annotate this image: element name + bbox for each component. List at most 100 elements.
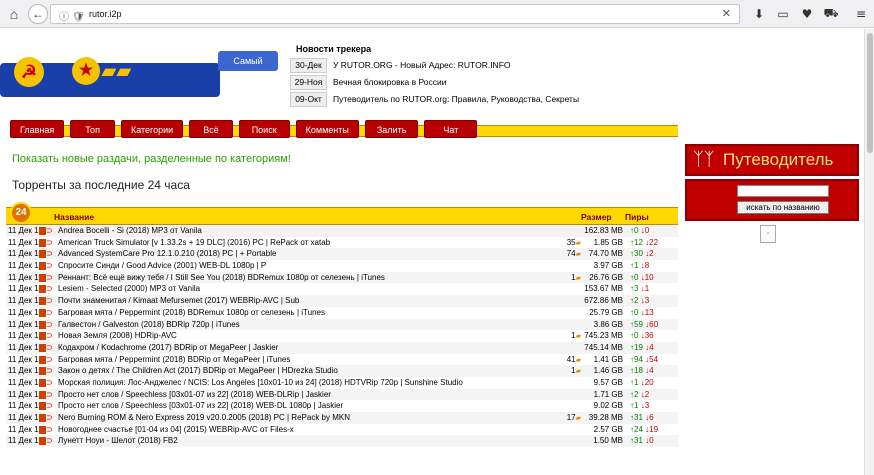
menu-item-upload[interactable]: Залить — [364, 120, 419, 138]
news-link[interactable]: У RUTOR.ORG - Новый Адрес: RUTOR.INFO — [333, 60, 511, 70]
table-row[interactable]: 11 Дек 18 ⊃ Nero Burning ROM & Nero Expres… — [6, 412, 678, 424]
address-bar[interactable]: ⓘ 🛡 rutor.i2p ✕ — [50, 4, 740, 24]
table-row[interactable]: 11 Дек 18 ⊃ Закон о детях / The Children A… — [6, 365, 678, 377]
row-title[interactable]: Просто нет слов / Speechless [03x01-07 и… — [58, 400, 558, 412]
news-item[interactable]: 09-Окт Путеводитель по RUTOR.org: Правил… — [290, 91, 710, 107]
table-row[interactable]: 11 Дек 18 ⊃ Lesiem - Selected (2000) MP3 о… — [6, 283, 678, 296]
download-icon[interactable] — [39, 332, 46, 341]
table-row[interactable]: 11 Дек 18 ⊃ Почти знаменитая / Kimaat Mefu… — [6, 295, 678, 307]
row-title[interactable]: Галвестон / Galveston (2018) BDRip 720p … — [58, 319, 558, 331]
download-icon[interactable] — [39, 262, 46, 271]
download-icon[interactable] — [39, 378, 46, 387]
table-row[interactable]: 11 Дек 18 ⊃ Спросите Синди / Good Advice (… — [6, 260, 678, 272]
table-row[interactable]: 11 Дек 18 ⊃ Просто нет слов / Speechless [… — [6, 388, 678, 401]
table-row[interactable]: 11 Дек 18 ⊃ Галвестон / Galveston (2018) B… — [6, 318, 678, 331]
row-title[interactable]: Лунетт Ноуи - Шелот (2018) FB2 — [58, 435, 558, 447]
scrollbar[interactable] — [864, 29, 874, 475]
magnet-icon[interactable]: ⊃ — [46, 250, 53, 258]
row-title[interactable]: Реннант: Всё ещё вижу тебя / I Still See… — [58, 272, 558, 284]
magnet-icon[interactable]: ⊃ — [46, 320, 53, 329]
magnet-icon[interactable]: ⊃ — [46, 285, 53, 293]
magnet-icon[interactable]: ⊃ — [46, 378, 53, 387]
library-icon[interactable]: ▭ — [774, 5, 792, 23]
row-title[interactable]: Lesiem - Selected (2000) MP3 от Vanila — [58, 283, 558, 295]
news-link[interactable]: Путеводитель по RUTOR.org: Правила, Руко… — [333, 94, 579, 104]
magnet-icon[interactable]: ⊃ — [46, 297, 53, 305]
menu-item-all[interactable]: Всё — [189, 120, 233, 138]
download-icon[interactable] — [39, 320, 46, 329]
download-icon[interactable] — [39, 308, 46, 317]
header-peers[interactable]: Пиры — [625, 212, 649, 222]
magnet-icon[interactable]: ⊃ — [46, 414, 53, 422]
row-title[interactable]: Кодахром / Kodachrome (2017) BDRip от Me… — [58, 342, 558, 354]
back-icon[interactable]: ← — [28, 4, 48, 24]
pocket-icon[interactable]: ♥ — [798, 5, 816, 23]
download-icon[interactable] — [39, 238, 46, 247]
download-icon[interactable] — [39, 355, 46, 364]
show-new-link[interactable]: Показать новые раздачи, разделенные по к… — [12, 153, 291, 165]
download-icon[interactable] — [39, 227, 46, 235]
magnet-icon[interactable]: ⊃ — [46, 402, 53, 410]
download-icon[interactable] — [39, 285, 46, 294]
download-icon[interactable] — [39, 250, 46, 259]
guide-banner[interactable]: ᛉᛉ Путеводитель — [685, 144, 859, 176]
download-icon[interactable] — [39, 273, 46, 282]
row-title[interactable]: Новая Земля (2008) HDRip-AVC — [58, 330, 558, 342]
menu-item-search[interactable]: Поиск — [238, 120, 290, 138]
magnet-icon[interactable]: ⊃ — [46, 273, 53, 282]
table-row[interactable]: 11 Дек 18 ⊃ Реннант: Всё ещё вижу тебя / I… — [6, 271, 678, 284]
row-title[interactable]: Новогоднее счастье [01-04 из 04] (2015) … — [58, 424, 558, 436]
download-icon[interactable] — [39, 390, 46, 399]
menu-item-top[interactable]: Топ — [70, 120, 115, 138]
magnet-icon[interactable]: ⊃ — [46, 332, 53, 340]
table-row[interactable]: 11 Дек 18 ⊃ Багровая мята / Peppermint (20… — [6, 306, 678, 319]
news-item[interactable]: 30-Дек У RUTOR.ORG - Новый Адрес: RUTOR.… — [290, 57, 710, 73]
magnet-icon[interactable]: ⊃ — [46, 437, 53, 445]
table-row[interactable]: 11 Дек 18 ⊃ Новогоднее счастье [01-04 из 0… — [6, 423, 678, 436]
row-title[interactable]: Почти знаменитая / Kimaat Mefursemet (20… — [58, 295, 558, 307]
download-icon[interactable] — [39, 414, 46, 422]
row-title[interactable]: Закон о детях / The Children Act (2017) … — [58, 365, 558, 377]
row-title[interactable]: Багровая мята / Peppermint (2018) BDRemu… — [58, 307, 558, 319]
table-row[interactable]: 11 Дек 18 ⊃ Новая Земля (2008) HDRip-AVC 1▰… — [6, 330, 678, 342]
magnet-icon[interactable]: ⊃ — [46, 227, 53, 235]
magnet-icon[interactable]: ⊃ — [46, 308, 53, 317]
table-row[interactable]: 11 Дек 18 ⊃ Кодахром / Kodachrome (2017) B… — [6, 341, 678, 354]
menu-item-home[interactable]: Главная — [10, 120, 65, 138]
url-text[interactable]: rutor.i2p — [89, 9, 122, 19]
table-row[interactable]: 11 Дек 18 ⊃ Багровая мята / Peppermint (20… — [6, 353, 678, 366]
row-title[interactable]: American Truck Simulator [v 1.33.2s + 19… — [58, 237, 558, 249]
search-input[interactable] — [737, 185, 829, 197]
table-row[interactable]: 11 Дек 18 ⊃ Лунетт Ноуи - Шелот (2018) FB2… — [6, 435, 678, 448]
menu-item-categories[interactable]: Категории — [120, 120, 184, 138]
table-row[interactable]: 11 Дек 18 ⊃ Морская полиция: Лос-Анджелес … — [6, 376, 678, 389]
scroll-thumb[interactable] — [867, 33, 873, 153]
row-title[interactable]: Морская полиция: Лос-Анджелес / NCIS: Lo… — [58, 377, 558, 389]
table-row[interactable]: 11 Дек 18 ⊃ Andrea Bocelli - Si (2018) MP3… — [6, 225, 678, 237]
download-icon[interactable] — [39, 425, 46, 434]
row-title[interactable]: Спросите Синди / Good Advice (2001) WEB-… — [58, 260, 558, 272]
menu-item-comments[interactable]: Комменты — [295, 120, 359, 138]
download-icon[interactable]: ⬇ — [750, 5, 768, 23]
magnet-icon[interactable]: ⊃ — [46, 355, 53, 364]
row-title[interactable]: Багровая мята / Peppermint (2018) BDRip … — [58, 354, 558, 366]
home-icon[interactable]: ⌂ — [4, 4, 24, 24]
news-link[interactable]: Вечная блокировка в России — [333, 77, 447, 87]
close-icon[interactable]: ✕ — [722, 7, 731, 20]
table-row[interactable]: 11 Дек 18 ⊃ Advanced SystemCare Pro 12.1.0… — [6, 248, 678, 261]
news-item[interactable]: 29-Ноя Вечная блокировка в России — [290, 74, 710, 90]
magnet-icon[interactable]: ⊃ — [46, 425, 53, 434]
header-size[interactable]: Размер — [581, 212, 612, 222]
menu-item-chat[interactable]: Чат — [424, 120, 478, 138]
download-icon[interactable] — [39, 437, 46, 446]
row-title[interactable]: Advanced SystemCare Pro 12.1.0.210 (2018… — [58, 248, 558, 260]
row-title[interactable]: Nero Burning ROM & Nero Express 2019 v20… — [58, 412, 558, 424]
magnet-icon[interactable]: ⊃ — [46, 390, 53, 399]
row-title[interactable]: Просто нет слов / Speechless [03x01-07 и… — [58, 389, 558, 401]
site-logo[interactable]: ☭ ★ ▰▰ Самый — [0, 49, 280, 99]
search-button[interactable]: искать по названию — [737, 201, 829, 214]
download-icon[interactable] — [39, 402, 46, 411]
magnet-icon[interactable]: ⊃ — [46, 238, 53, 247]
download-icon[interactable] — [39, 343, 46, 352]
menu-icon[interactable]: ≡ — [852, 5, 870, 23]
